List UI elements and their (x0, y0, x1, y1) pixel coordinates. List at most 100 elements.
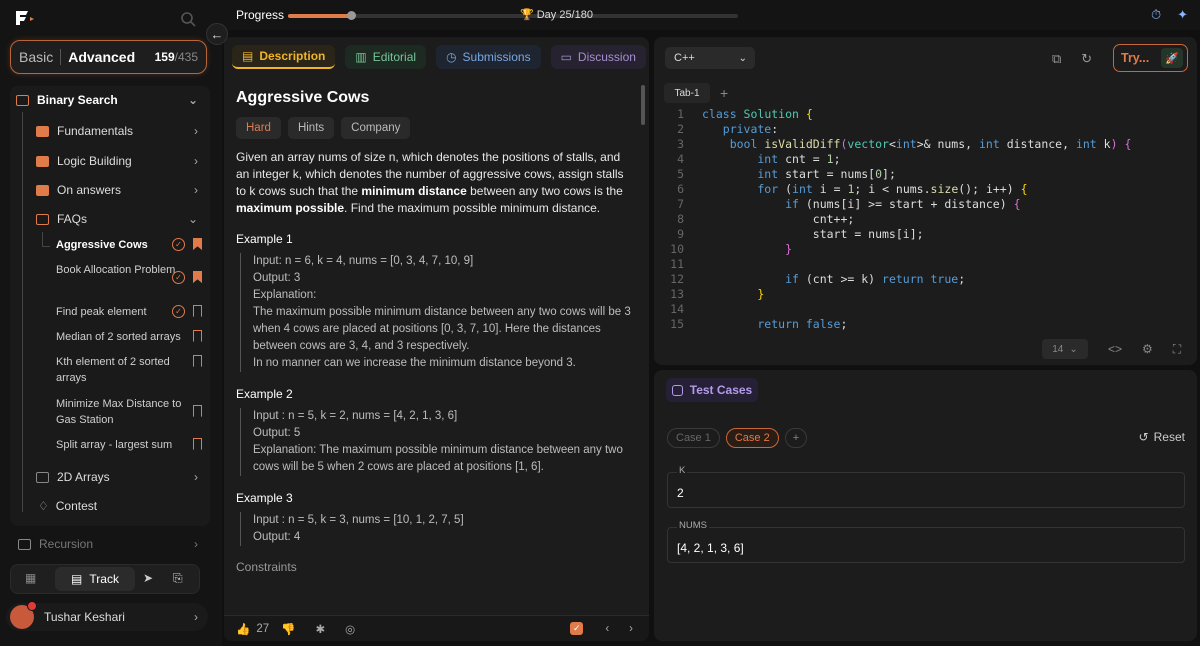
tab-submissions[interactable]: ◷ Submissions (436, 45, 541, 69)
section-2d-arrays[interactable]: 2D Arrays › (10, 469, 210, 485)
mode-advanced[interactable]: Advanced (68, 49, 135, 65)
section-faqs[interactable]: FAQs ⌄ (10, 211, 210, 227)
bookmark-icon[interactable] (193, 238, 202, 250)
section-fundamentals[interactable]: Fundamentals › (10, 123, 210, 139)
folder-icon (36, 155, 49, 167)
app-logo[interactable] (14, 9, 36, 27)
code-token: ; i < nums. (854, 182, 931, 196)
tab-description[interactable]: ▤ Description (232, 45, 336, 69)
progress-total: /435 (174, 50, 198, 64)
code-token: k (1096, 137, 1111, 151)
problem-book-allocation[interactable]: Book Allocation Problem (56, 262, 186, 278)
bookmark-icon[interactable] (193, 355, 202, 367)
sparkle-icon[interactable]: ✦ (1177, 7, 1188, 23)
file-icon[interactable]: ⎘ (173, 571, 183, 586)
bookmark-icon[interactable] (193, 330, 202, 342)
folder-icon (36, 184, 49, 196)
hints-tag[interactable]: Hints (287, 117, 335, 139)
problem-split-array[interactable]: Split array - largest sum (56, 437, 186, 453)
code-token: (); i++) (958, 182, 1021, 196)
tab-editorial[interactable]: ▥ Editorial (345, 45, 427, 69)
user-profile[interactable]: Tushar Keshari › (6, 601, 208, 631)
problem-gas-station[interactable]: Minimize Max Distance to Gas Station (56, 396, 186, 428)
reset-icon: ↺ (1138, 430, 1149, 444)
file-tab[interactable]: Tab-1 (664, 83, 710, 103)
bookmark-icon[interactable] (193, 438, 202, 450)
field-value: 2 (677, 486, 684, 500)
progress-done: 159 (154, 50, 175, 64)
example-heading: Example 1 (236, 232, 293, 246)
case-1-tab[interactable]: Case 1 (667, 428, 720, 448)
check-icon[interactable]: ✓ (570, 622, 584, 635)
problem-aggressive-cows[interactable]: Aggressive Cows (56, 237, 186, 253)
next-icon[interactable]: › (629, 623, 633, 635)
tab-label: Submissions (462, 50, 531, 64)
prev-icon[interactable]: ‹ (605, 623, 609, 635)
code-token: : (771, 122, 779, 136)
scrollbar[interactable] (641, 85, 645, 125)
add-tab-icon[interactable]: + (720, 85, 728, 101)
case-2-tab[interactable]: Case 2 (725, 428, 779, 448)
solved-check-icon: ✓ (172, 238, 185, 251)
collapse-sidebar-button[interactable]: ← (206, 23, 228, 45)
tab-discussion[interactable]: ▭ Discussion (550, 45, 646, 69)
chat-icon: ▭ (560, 50, 572, 64)
bug-icon[interactable]: ✱ (315, 622, 325, 636)
problem-kth-element[interactable]: Kth element of 2 sorted arrays (56, 354, 186, 386)
fullscreen-icon[interactable]: ⛶ (1173, 342, 1181, 357)
line-number: 15 (670, 317, 684, 331)
case-list: Case 1 Case 2 + (667, 428, 808, 448)
company-tag[interactable]: Company (341, 117, 411, 139)
mode-switcher[interactable]: Basic Advanced 159/435 (10, 40, 207, 74)
chevron-down-icon: ⌄ (187, 93, 198, 107)
format-icon[interactable]: ⚙ (1142, 342, 1153, 356)
timer-icon[interactable]: ⏱ (1151, 7, 1161, 23)
code-line: 15 return false; (654, 317, 1197, 332)
grid-icon[interactable]: ▦ (25, 571, 36, 585)
thumbs-up-icon[interactable]: 👍 (236, 622, 250, 636)
code-area[interactable]: 1 class Solution { 2 private: 3 bool isVa… (654, 107, 1197, 332)
code-token: if (702, 197, 799, 211)
section-recursion[interactable]: Recursion › (10, 530, 210, 558)
example-box: Input : n = 5, k = 3, nums = [10, 1, 2, … (240, 512, 636, 546)
section-contest[interactable]: ♢ Contest (10, 498, 210, 514)
feedback-icon[interactable]: ◎ (345, 622, 355, 636)
copy-icon[interactable]: ⧉ (1052, 51, 1061, 67)
bookmark-icon[interactable] (193, 271, 202, 283)
clock-icon: ◷ (446, 50, 457, 64)
bookmark-icon[interactable] (193, 405, 202, 417)
statement-bold: minimum distance (361, 184, 467, 198)
chevron-down-icon: ⌄ (187, 212, 198, 226)
send-icon[interactable]: ➤ (143, 571, 153, 585)
line-number: 10 (670, 242, 684, 256)
section-binary-search[interactable]: Binary Search ⌄ (10, 92, 210, 108)
track-button[interactable]: ▤ Track (55, 567, 135, 591)
mode-basic[interactable]: Basic (19, 49, 53, 65)
code-token: (nums[i] >= start + distance) (798, 197, 1014, 211)
language-select[interactable]: C++ ⌄ (665, 47, 755, 69)
try-button[interactable]: Try... 🚀 (1113, 44, 1188, 72)
font-size-select[interactable]: 14 ⌄ (1042, 339, 1088, 359)
add-case-button[interactable]: + (784, 428, 808, 448)
section-logic-building[interactable]: Logic Building › (10, 153, 210, 169)
example-heading: Example 3 (236, 491, 293, 505)
section-on-answers[interactable]: On answers › (10, 182, 210, 198)
tab-test-cases[interactable]: Test Cases (666, 378, 758, 402)
code-token: class (702, 107, 737, 121)
problem-find-peak[interactable]: Find peak element (56, 304, 186, 320)
k-field[interactable]: K 2 (667, 465, 1185, 508)
reset-button[interactable]: ↺ Reset (1139, 430, 1185, 444)
code-token: int (702, 152, 779, 166)
thumbs-down-icon[interactable]: 👎 (281, 622, 295, 636)
search-icon[interactable] (180, 11, 196, 27)
section-label: Logic Building (57, 154, 132, 168)
problem-median-two-arrays[interactable]: Median of 2 sorted arrays (56, 329, 186, 345)
code-brackets-icon[interactable]: <> (1108, 342, 1122, 356)
nums-field[interactable]: NUMS [4, 2, 1, 3, 6] (667, 520, 1185, 563)
reset-code-icon[interactable]: ↻ (1081, 51, 1092, 67)
bookmark-icon[interactable] (193, 305, 202, 317)
example-box: Input : n = 5, k = 2, nums = [4, 2, 1, 3… (240, 408, 636, 476)
field-value: [4, 2, 1, 3, 6] (677, 541, 744, 555)
line-number: 13 (670, 287, 684, 301)
code-token: distance, (999, 137, 1076, 151)
